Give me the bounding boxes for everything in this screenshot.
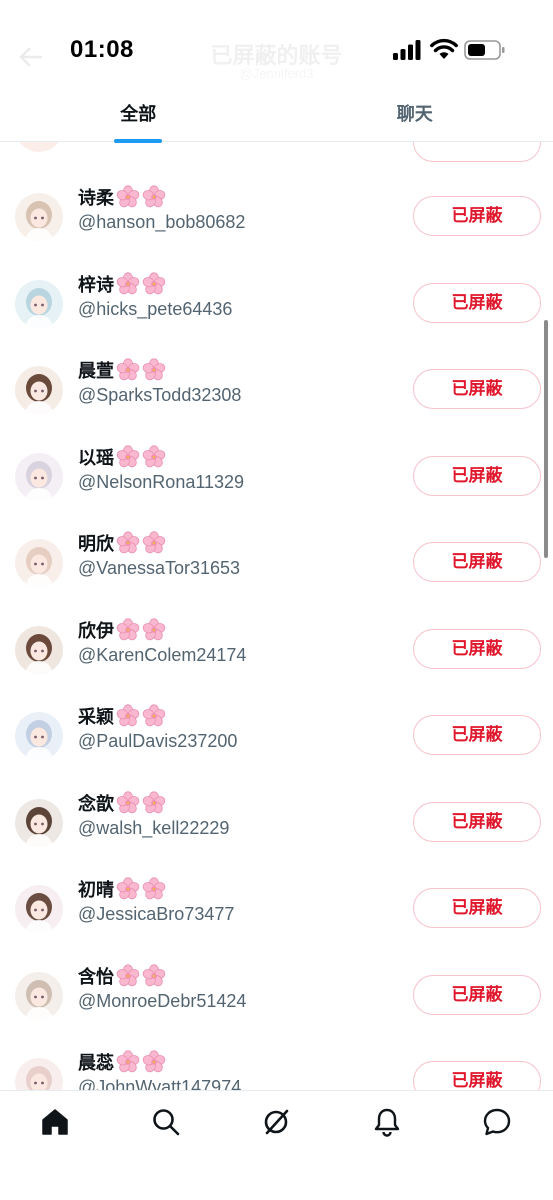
blocked-button[interactable]: 已屏蔽 (413, 542, 541, 582)
grok-icon[interactable] (261, 1107, 291, 1137)
display-name: 诗柔 (78, 188, 114, 208)
blocked-button[interactable]: 已屏蔽 (413, 455, 541, 496)
blocked-button[interactable]: 已屏蔽 (413, 715, 541, 755)
user-handle: @hicks_pete64436 (78, 298, 233, 319)
list-item[interactable]: 晨蕊 @JohnWyatt147974 已屏蔽 (0, 1037, 553, 1090)
avatar[interactable] (15, 625, 63, 674)
cherry-blossom-emoji-icon (116, 271, 168, 296)
avatar[interactable] (15, 1058, 63, 1090)
user-handle: @JessicaBro73477 (78, 904, 235, 924)
avatar[interactable] (15, 539, 63, 587)
active-tab-indicator (114, 139, 163, 143)
tab-all[interactable]: 全部 (0, 90, 277, 143)
cherry-blossom-emoji-icon (116, 444, 168, 469)
cherry-blossom-emoji-icon (116, 358, 168, 382)
avatar[interactable] (15, 452, 63, 501)
cherry-blossom-emoji-icon (116, 531, 168, 555)
display-name-line: 以瑶 (78, 444, 168, 470)
blocked-button[interactable]: 已屏蔽 (413, 282, 541, 323)
list-item[interactable]: 梓诗 @hicks_pete64436 已屏蔽 (0, 259, 553, 345)
page-subtitle: @Jenniferd3 (239, 66, 314, 81)
cherry-blossom-emoji-icon (116, 617, 168, 642)
user-handle: @VanessaTor31653 (78, 558, 241, 578)
display-name-line: 晨萱 (78, 357, 168, 383)
cherry-blossom-emoji-icon (116, 790, 168, 815)
tab-bar: 全部 聊天 (0, 90, 553, 143)
display-name: 以瑶 (78, 447, 114, 468)
blocked-button[interactable]: 已屏蔽 (413, 369, 541, 409)
list-item[interactable]: 诗柔 @hanson_bob80682 已屏蔽 (0, 172, 553, 258)
display-name: 明欣 (78, 534, 114, 554)
messages-icon[interactable] (482, 1107, 512, 1137)
blocked-button[interactable]: 已屏蔽 (413, 1061, 541, 1090)
scrollbar[interactable] (544, 320, 548, 558)
display-name: 采颖 (78, 707, 114, 727)
cherry-blossom-emoji-icon (116, 963, 168, 988)
display-name-line: 诗柔 (78, 184, 168, 210)
avatar[interactable] (15, 798, 63, 847)
user-handle: @MonroeDebr51424 (78, 990, 247, 1011)
status-time: 01:08 (70, 36, 134, 63)
list-item[interactable]: 明欣 @VanessaTor31653 已屏蔽 (0, 518, 553, 604)
wifi-icon (430, 38, 458, 65)
avatar[interactable] (15, 971, 63, 1020)
avatar[interactable] (15, 193, 63, 241)
list-item[interactable]: 含怡 @MonroeDebr51424 已屏蔽 (0, 951, 553, 1037)
cherry-blossom-emoji-icon (116, 877, 168, 901)
list-item[interactable]: 晨萱 @SparksTodd32308 已屏蔽 (0, 345, 553, 431)
tab-chat[interactable]: 聊天 (277, 90, 553, 142)
search-icon[interactable] (151, 1107, 181, 1137)
blocked-button[interactable]: 已屏蔽 (413, 196, 541, 236)
display-name-line: 采颖 (78, 703, 168, 729)
user-handle: @KarenColem24174 (78, 644, 247, 665)
list-item[interactable]: 采颖 @PaulDavis237200 已屏蔽 (0, 691, 553, 777)
blocked-button[interactable]: 已屏蔽 (413, 974, 541, 1015)
tab-chat-label: 聊天 (396, 104, 433, 124)
user-handle: @walsh_kell22229 (78, 817, 230, 838)
display-name-line: 晨蕊 (78, 1049, 168, 1075)
display-name-line: 念歆 (78, 790, 168, 816)
home-icon[interactable] (40, 1107, 70, 1137)
cherry-blossom-emoji-icon (116, 1050, 168, 1074)
display-name: 含怡 (78, 966, 114, 987)
display-name: 欣伊 (78, 620, 114, 641)
display-name: 初晴 (78, 880, 114, 900)
user-handle: @hanson_bob80682 (78, 212, 246, 232)
list-item[interactable]: 以瑶 @NelsonRona11329 已屏蔽 (0, 432, 553, 518)
display-name: 晨萱 (78, 361, 114, 381)
display-name-line: 明欣 (78, 530, 168, 556)
battery-icon (464, 40, 506, 60)
display-name-line: 梓诗 (78, 271, 168, 297)
cherry-blossom-emoji-icon (116, 185, 168, 209)
avatar[interactable] (15, 885, 63, 933)
avatar[interactable] (15, 279, 63, 328)
list-item[interactable]: 念歆 @walsh_kell22229 已屏蔽 (0, 778, 553, 864)
cellular-signal-icon (393, 40, 421, 65)
avatar[interactable] (15, 366, 63, 414)
blocked-button[interactable]: 已屏蔽 (413, 801, 541, 842)
tab-all-label: 全部 (120, 104, 157, 124)
user-handle: @SparksTodd32308 (78, 385, 242, 405)
status-bar: 已屏蔽的账号 @Jenniferd3 01:08 (0, 0, 553, 90)
avatar[interactable] (15, 712, 63, 760)
display-name-line: 欣伊 (78, 617, 168, 643)
blocked-button[interactable]: 已屏蔽 (413, 628, 541, 669)
display-name: 念歆 (78, 793, 114, 814)
display-name-line: 含怡 (78, 963, 168, 989)
bottom-nav (0, 1090, 553, 1200)
blocked-button[interactable] (413, 142, 541, 162)
list-item[interactable]: 初晴 @JessicaBro73477 已屏蔽 (0, 864, 553, 950)
display-name: 晨蕊 (78, 1053, 114, 1073)
blocked-button[interactable]: 已屏蔽 (413, 888, 541, 928)
user-handle: @NelsonRona11329 (78, 471, 245, 492)
avatar[interactable] (15, 142, 63, 152)
cherry-blossom-emoji-icon (116, 704, 168, 728)
notifications-bell-icon[interactable] (372, 1107, 402, 1137)
user-handle: @PaulDavis237200 (78, 731, 238, 751)
display-name-line: 初晴 (78, 876, 168, 902)
display-name: 梓诗 (78, 274, 114, 295)
blocked-accounts-list[interactable]: 诗柔 @hanson_bob80682 已屏蔽 梓诗 @hicks_pete64436 已… (0, 142, 553, 1090)
list-item[interactable]: 欣伊 @KarenColem24174 已屏蔽 (0, 605, 553, 691)
user-handle: @JohnWyatt147974 (78, 1077, 242, 1090)
